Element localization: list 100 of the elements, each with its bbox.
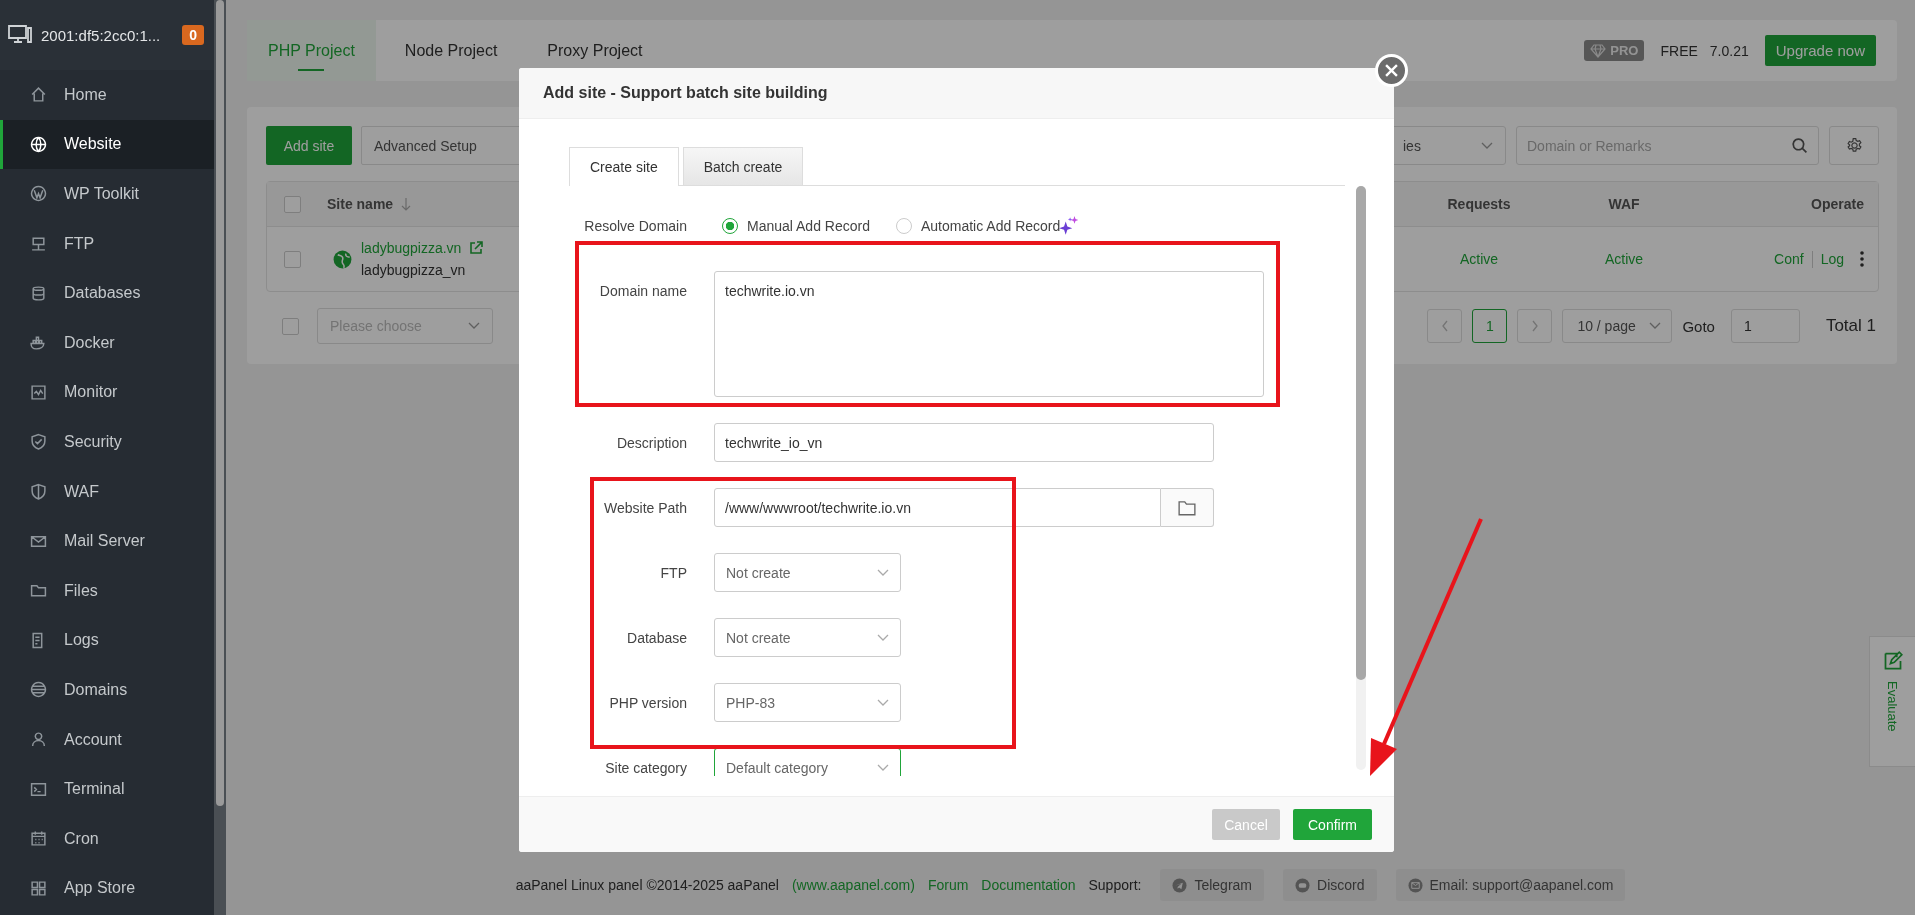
goto-page-field[interactable]: 1 — [1730, 309, 1800, 343]
monitor-icon — [8, 25, 32, 45]
confirm-button[interactable]: Confirm — [1293, 809, 1372, 840]
dialog-title: Add site - Support batch site building — [543, 84, 828, 102]
more-icon[interactable] — [1860, 251, 1864, 267]
shield-icon — [30, 483, 47, 501]
site-remark: ladybugpizza_vn — [361, 262, 467, 278]
project-tab[interactable]: Node Project — [383, 20, 519, 81]
sidebar-item[interactable]: App Store — [0, 863, 214, 914]
sidebar-item[interactable]: Website — [0, 119, 214, 170]
field-label: Database — [626, 629, 687, 646]
sidebar-item[interactable]: Databases — [0, 268, 214, 318]
radio-option[interactable]: Manual Add Record — [722, 218, 870, 234]
field-label: Resolve Domain — [583, 218, 687, 234]
chevron-down-icon — [877, 763, 889, 772]
field-label: Domain name — [598, 283, 687, 299]
sidebar-item[interactable]: FTP — [0, 218, 214, 269]
scrollbar[interactable] — [214, 0, 226, 915]
sidebar-item[interactable]: Logs — [0, 615, 214, 666]
search-icon — [1791, 137, 1808, 154]
goto-label: Goto — [1682, 317, 1715, 335]
external-link-icon[interactable] — [469, 241, 484, 255]
envelope-icon — [1407, 877, 1423, 893]
page-size-select[interactable]: 10 / page — [1562, 309, 1673, 343]
dialog-tab[interactable]: Create site — [569, 147, 679, 186]
sidebar-item[interactable]: Domains — [0, 665, 214, 715]
sidebar-item[interactable]: Monitor — [0, 367, 214, 418]
scrollbar[interactable] — [1356, 186, 1366, 770]
sidebar-item[interactable]: WAF — [0, 466, 214, 517]
chevron-down-icon — [468, 322, 480, 330]
column-header: Requests — [1447, 196, 1511, 212]
sidebar-item[interactable]: WP Toolkit — [0, 169, 214, 219]
sidebar-item[interactable]: Mail Server — [0, 516, 214, 566]
chevron-down-icon — [1649, 322, 1662, 330]
support-label: Support: — [1088, 877, 1142, 893]
home-icon — [30, 86, 47, 104]
field-label: FTP — [659, 564, 687, 581]
pro-badge: PRO — [1584, 40, 1645, 61]
emblem-icon — [30, 185, 47, 203]
globe-icon — [30, 681, 47, 699]
column-header[interactable]: Site name — [327, 196, 394, 212]
grid-icon — [30, 879, 47, 897]
sort-arrow-icon[interactable] — [401, 197, 412, 211]
chevron-down-icon — [1481, 141, 1493, 150]
notification-badge: 0 — [182, 25, 204, 45]
chat-icon — [1295, 877, 1311, 893]
next-page-button[interactable] — [1517, 309, 1553, 343]
textarea-field[interactable]: techwrite.io.vn — [714, 271, 1264, 397]
previous-page-button[interactable] — [1427, 309, 1463, 343]
copyright-text: aaPanel Linux panel ©2014-2025 aaPanel — [515, 877, 779, 893]
chevron-right-icon — [1530, 320, 1539, 332]
terminal-icon — [30, 780, 47, 798]
sidebar-item[interactable]: Files — [0, 565, 214, 616]
checkbox[interactable] — [283, 195, 301, 213]
select-field[interactable]: Not create — [714, 553, 901, 592]
browse-button[interactable] — [1161, 488, 1214, 527]
support-button[interactable]: Telegram — [1160, 869, 1265, 901]
total-count: Total 1 — [1825, 316, 1876, 336]
column-header: Operate — [1811, 196, 1864, 212]
chevron-down-icon — [877, 633, 889, 642]
globe-icon — [333, 249, 352, 269]
edit-icon — [1882, 651, 1903, 671]
chevron-left-icon — [1440, 320, 1449, 332]
user-icon — [30, 731, 47, 748]
settings-button[interactable] — [1829, 126, 1879, 165]
radio-option[interactable]: Automatic Add Record — [895, 218, 1061, 234]
checkbox[interactable] — [282, 317, 299, 335]
whale-icon — [30, 334, 47, 352]
sidebar-item[interactable]: Cron — [0, 813, 214, 864]
select-field[interactable]: Default category — [714, 748, 901, 776]
calendar-icon — [30, 830, 47, 848]
support-button[interactable]: Email: support@aapanel.com — [1395, 869, 1626, 901]
chart-icon — [30, 383, 47, 401]
version-label: 7.0.21 — [1709, 42, 1749, 59]
sidebar-item[interactable]: Home — [0, 70, 214, 120]
server-address: 2001:df5:2cc0:1... — [41, 26, 161, 44]
column-header: WAF — [1608, 196, 1640, 212]
sidebar-item[interactable]: Account — [0, 714, 214, 765]
input-field[interactable]: techwrite_io_vn — [714, 423, 1214, 462]
sidebar-item[interactable]: Docker — [0, 317, 214, 368]
edition-label: FREE — [1660, 42, 1698, 59]
field-label: Website Path — [603, 499, 687, 516]
close-icon — [1385, 64, 1398, 77]
support-button[interactable]: Discord — [1283, 869, 1377, 901]
network-icon — [30, 235, 47, 253]
sidebar-item[interactable]: Terminal — [0, 764, 214, 814]
dialog-tab[interactable]: Batch create — [682, 147, 804, 185]
chevron-down-icon — [877, 698, 889, 707]
input-field[interactable]: /www/wwwroot/techwrite.io.vn — [714, 488, 1161, 527]
paper-plane-icon — [1172, 877, 1188, 893]
select-field[interactable]: Not create — [714, 618, 901, 657]
diamond-icon — [1590, 43, 1607, 58]
field-label: Site category — [604, 759, 687, 776]
sidebar-item[interactable]: Security — [0, 417, 214, 467]
folder-icon — [1178, 499, 1196, 516]
settings-icon — [1845, 137, 1863, 154]
select-field[interactable]: PHP-83 — [714, 683, 901, 722]
database-icon — [30, 284, 47, 302]
chevron-down-icon — [877, 568, 889, 577]
checkbox[interactable] — [283, 250, 301, 268]
